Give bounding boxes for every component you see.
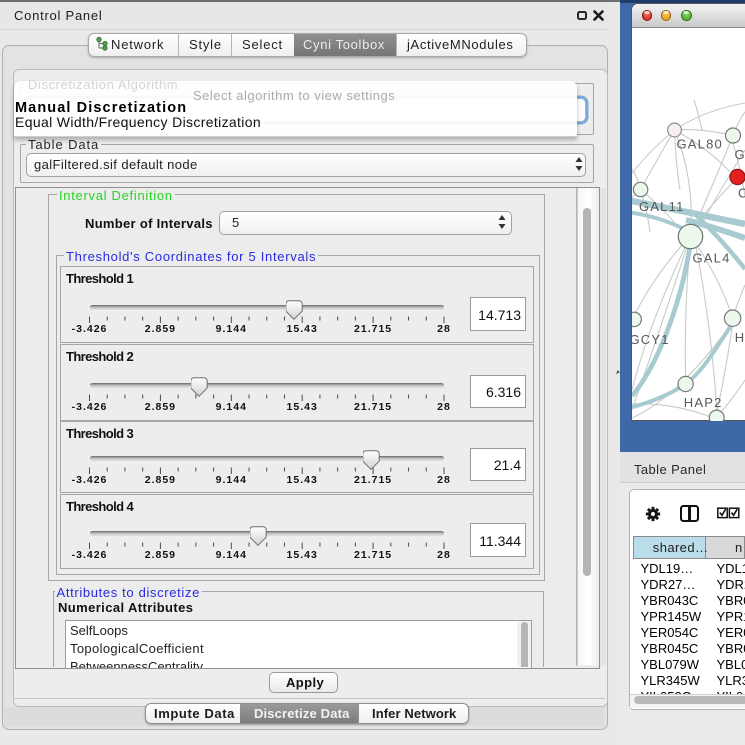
svg-text:GA: GA: [735, 147, 745, 162]
svg-text:C: C: [738, 186, 745, 201]
svg-text:GAL11: GAL11: [639, 199, 685, 214]
svg-text:GCY1: GCY1: [632, 332, 670, 347]
svg-text:GAL80: GAL80: [677, 137, 723, 152]
svg-text:GAL4: GAL4: [693, 251, 731, 266]
svg-text:HI: HI: [735, 330, 745, 345]
svg-text:HAP2: HAP2: [684, 395, 723, 410]
